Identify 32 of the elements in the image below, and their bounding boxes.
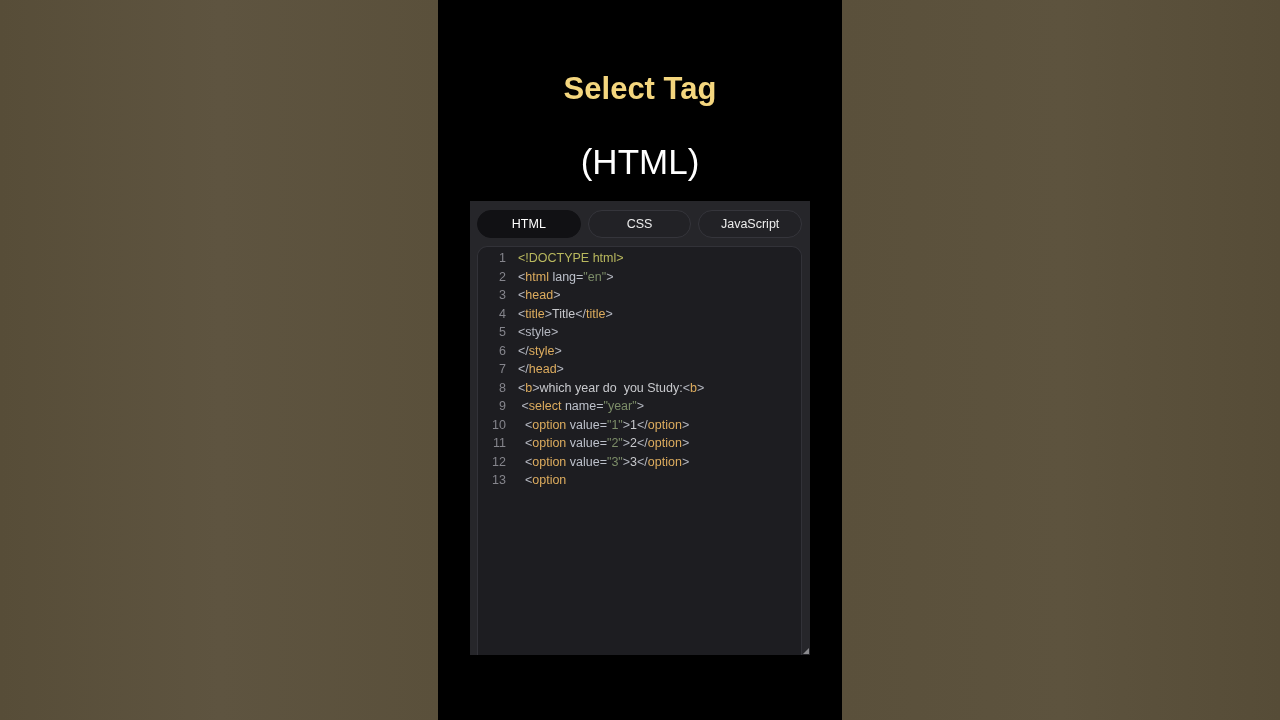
code-line: <!DOCTYPE html> (518, 251, 624, 266)
line-number: 3 (498, 288, 506, 303)
code-line: <option value="2">2</option> (523, 436, 690, 451)
language-tab[interactable]: CSS (587, 210, 692, 238)
line-number: 7 (498, 362, 506, 377)
line-number: 10 (491, 417, 506, 432)
code-line: <option (523, 473, 567, 488)
line-number: 5 (498, 325, 506, 340)
video-title: Select Tag (563, 70, 717, 108)
line-number: 2 (498, 269, 506, 284)
language-tab[interactable]: JavaScript (698, 210, 802, 238)
code-line: <option value="1">1</option> (523, 417, 690, 432)
line-number: 13 (491, 473, 506, 488)
line-number: 11 (492, 436, 506, 451)
code-line: </style> (518, 343, 562, 358)
line-number: 12 (491, 454, 506, 469)
video-subtitle: (HTML) (580, 141, 700, 183)
resize-handle-icon[interactable] (803, 648, 809, 654)
line-number: 6 (498, 343, 506, 358)
code-line: <select name="year"> (520, 399, 644, 414)
code-line: </head> (518, 362, 564, 377)
code-line: <head> (518, 288, 561, 303)
line-number: 1 (498, 251, 506, 266)
code-line: <title>Title</title> (518, 306, 613, 321)
code-line: <b>which year do you Study:<b> (518, 380, 705, 395)
line-number: 9 (498, 399, 506, 414)
code-line: <html lang="en"> (518, 269, 614, 284)
line-number: 8 (498, 380, 506, 395)
line-number: 4 (498, 306, 506, 321)
language-tab[interactable]: HTML (477, 210, 581, 238)
code-line: <style> (518, 325, 559, 340)
code-line: <option value="3">3</option> (523, 454, 690, 469)
